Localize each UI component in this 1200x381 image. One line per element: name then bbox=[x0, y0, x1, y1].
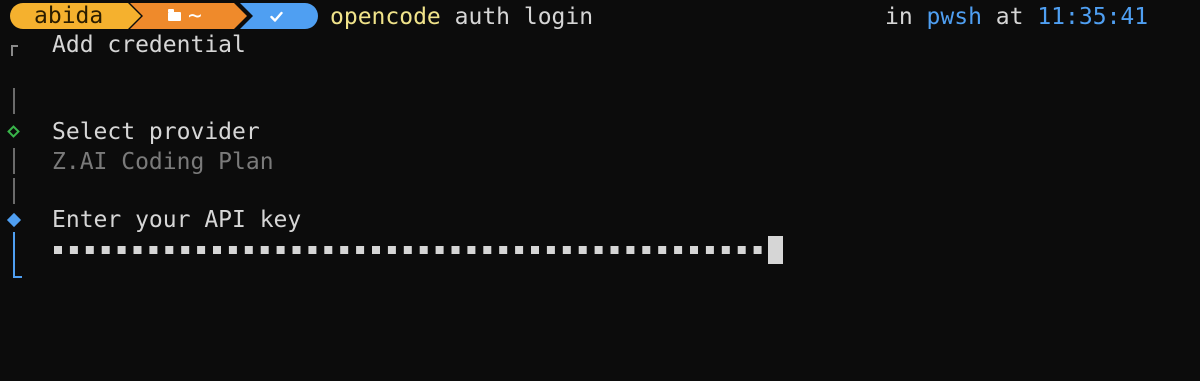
prompt-status-segment bbox=[240, 3, 318, 29]
masked-key-dots bbox=[54, 246, 762, 254]
mask-char bbox=[149, 246, 158, 254]
dialog-gutter-line bbox=[13, 148, 15, 174]
check-icon bbox=[270, 11, 283, 22]
provider-question: Select provider bbox=[52, 119, 260, 145]
mask-char bbox=[562, 246, 571, 254]
mask-char bbox=[324, 246, 333, 254]
mask-char bbox=[260, 246, 269, 254]
mask-char bbox=[594, 246, 603, 254]
command-args: auth login bbox=[440, 4, 594, 30]
mask-char bbox=[499, 246, 508, 254]
mask-char bbox=[531, 246, 539, 254]
mask-char bbox=[197, 246, 206, 254]
mask-char bbox=[642, 246, 651, 254]
mask-char bbox=[54, 246, 62, 254]
mask-char bbox=[737, 246, 746, 254]
mask-char bbox=[244, 246, 253, 254]
right-prompt: in pwsh at 11:35:41 bbox=[885, 0, 1148, 34]
mask-char bbox=[721, 246, 730, 254]
dialog-bottom-corner bbox=[13, 276, 22, 278]
right-prompt-mid: at bbox=[981, 4, 1038, 30]
mask-char bbox=[546, 246, 555, 254]
dialog-top-corner bbox=[11, 45, 18, 56]
mask-char bbox=[372, 246, 380, 254]
mask-char bbox=[753, 246, 762, 254]
folder-icon bbox=[168, 9, 181, 21]
mask-char bbox=[340, 246, 349, 254]
mask-char bbox=[578, 246, 587, 254]
mask-char bbox=[213, 246, 221, 254]
mask-char bbox=[403, 246, 412, 254]
mask-char bbox=[276, 246, 285, 254]
mask-char bbox=[181, 246, 190, 254]
completed-step-icon bbox=[7, 125, 20, 138]
mask-char bbox=[515, 246, 524, 254]
dialog-gutter-line bbox=[13, 178, 15, 204]
mask-char bbox=[435, 246, 444, 254]
mask-char bbox=[292, 246, 301, 254]
mask-char bbox=[165, 246, 174, 254]
mask-char bbox=[610, 246, 619, 254]
mask-char bbox=[705, 246, 714, 254]
text-cursor bbox=[768, 236, 783, 264]
prompt-directory-segment: ~ bbox=[130, 3, 250, 29]
mask-char bbox=[690, 246, 698, 254]
api-key-input[interactable] bbox=[52, 241, 767, 261]
active-step-icon bbox=[6, 212, 22, 228]
dialog-gutter-line bbox=[13, 88, 15, 114]
mask-char bbox=[85, 246, 94, 254]
mask-char bbox=[101, 246, 110, 254]
mask-char bbox=[419, 246, 428, 254]
mask-char bbox=[69, 246, 78, 254]
prompt-directory: ~ bbox=[188, 3, 202, 29]
mask-char bbox=[308, 246, 317, 254]
active-gutter-line bbox=[13, 232, 15, 278]
mask-char bbox=[451, 246, 460, 254]
terminal-window[interactable]: abida ~ opencode auth login in pwsh at 1… bbox=[0, 0, 1200, 381]
mask-char bbox=[658, 246, 667, 254]
mask-char bbox=[117, 246, 126, 254]
shell-name: pwsh bbox=[926, 4, 982, 30]
provider-answer: Z.AI Coding Plan bbox=[52, 149, 274, 175]
prompt-user: abida bbox=[34, 3, 104, 29]
command-line: opencode auth login bbox=[330, 0, 593, 34]
api-key-question: Enter your API key bbox=[52, 207, 302, 233]
mask-char bbox=[356, 246, 365, 254]
mask-char bbox=[483, 246, 492, 254]
prompt-time: 11:35:41 bbox=[1037, 4, 1149, 30]
right-prompt-prefix: in bbox=[885, 4, 927, 30]
mask-char bbox=[674, 246, 683, 254]
command-name: opencode bbox=[330, 4, 441, 30]
mask-char bbox=[467, 246, 476, 254]
prompt-line: abida ~ opencode auth login in pwsh at 1… bbox=[0, 0, 1200, 34]
mask-char bbox=[228, 246, 237, 254]
mask-char bbox=[626, 246, 635, 254]
mask-char bbox=[133, 246, 142, 254]
prompt-user-segment: abida bbox=[10, 3, 142, 29]
dialog-title: Add credential bbox=[52, 32, 246, 58]
mask-char bbox=[387, 246, 396, 254]
